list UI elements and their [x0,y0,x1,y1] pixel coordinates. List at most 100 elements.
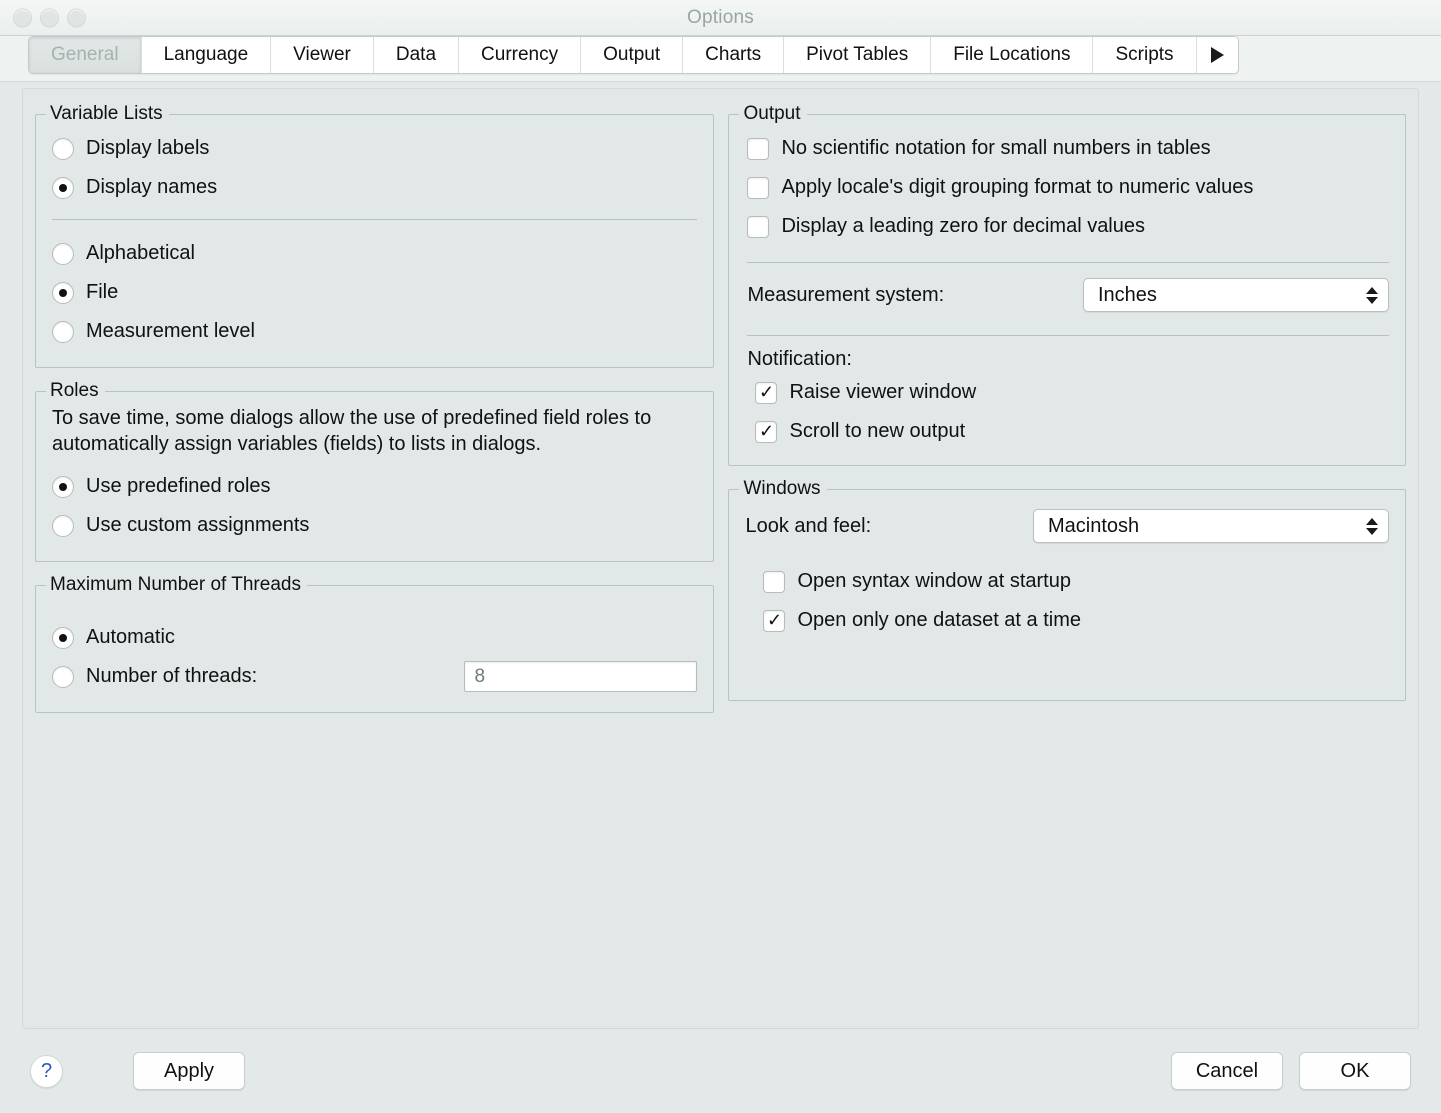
checkbox-open-syntax-window[interactable]: ✓ Open syntax window at startup [745,562,1389,601]
chevron-up-down-icon [1366,517,1378,535]
radio-icon [52,665,74,688]
group-output: Output ✓ No scientific notation for smal… [728,103,1406,466]
general-pane: Variable Lists Display labels Display na… [22,88,1419,1029]
measurement-system-select[interactable]: Inches [1083,278,1389,312]
traffic-lights [13,8,86,27]
tab-pivot-tables[interactable]: Pivot Tables [784,37,932,73]
group-variable-lists: Variable Lists Display labels Display na… [35,103,715,368]
checkbox-scroll-to-new-output-label: Scroll to new output [789,420,966,442]
checkbox-display-leading-zero-label: Display a leading zero for decimal value… [781,215,1145,237]
dialog-footer: ? Apply Cancel OK [0,1029,1441,1113]
group-windows: Windows Look and feel: Macintosh Open sy… [728,478,1406,701]
radio-number-of-threads-label: Number of threads: [86,665,258,688]
threads-count-value: 8 [474,665,486,687]
radio-icon-selected [52,475,74,498]
radio-threads-automatic-label: Automatic [86,626,175,649]
checkbox-no-scientific-notation[interactable]: ✓ No scientific notation for small numbe… [747,129,1389,168]
question-mark-icon: ? [40,1059,53,1082]
tab-language[interactable]: Language [141,37,272,73]
group-variable-lists-title: Variable Lists [50,103,163,124]
checkbox-display-leading-zero[interactable]: ✓ Display a leading zero for decimal val… [747,207,1389,246]
tab-charts[interactable]: Charts [683,37,785,73]
radio-icon [52,320,74,343]
look-and-feel-select[interactable]: Macintosh [1033,509,1389,543]
tab-output[interactable]: Output [581,37,684,73]
look-and-feel-value: Macintosh [1048,514,1140,537]
tab-overflow-button[interactable] [1196,37,1238,73]
radio-file-label: File [86,281,119,303]
checkbox-icon: ✓ [747,176,770,199]
checkbox-icon-checked: ✓ [763,609,786,632]
checkbox-open-syntax-window-label: Open syntax window at startup [797,570,1071,592]
roles-description: To save time, some dialogs allow the use… [52,407,652,455]
radio-use-predefined-roles-label: Use predefined roles [86,475,271,498]
tab-bar: General Language Viewer Data Currency Ou… [0,36,1441,82]
help-button[interactable]: ? [30,1054,63,1088]
checkbox-scroll-to-new-output[interactable]: ✓ Scroll to new output [747,412,1389,451]
group-roles-title: Roles [50,380,99,401]
radio-use-custom-assignments[interactable]: Use custom assignments [52,506,697,545]
divider [52,219,698,220]
radio-display-names[interactable]: Display names [52,168,697,207]
radio-measurement-level[interactable]: Measurement level [52,312,697,351]
tab-currency[interactable]: Currency [459,37,582,73]
checkbox-apply-locale-digit-grouping[interactable]: ✓ Apply locale's digit grouping format t… [747,168,1389,207]
checkbox-raise-viewer-window-label: Raise viewer window [789,381,977,403]
minimize-button[interactable] [40,8,59,27]
radio-number-of-threads[interactable]: Number of threads: [52,665,257,688]
radio-alphabetical[interactable]: Alphabetical [52,234,697,273]
chevron-up-down-icon [1366,286,1378,304]
group-max-threads: Maximum Number of Threads Automatic Numb… [35,574,715,714]
triangle-right-icon [1210,47,1224,63]
cancel-button[interactable]: Cancel [1171,1052,1283,1090]
radio-icon [52,137,74,160]
checkbox-icon-checked: ✓ [755,420,778,443]
tab-general[interactable]: General [29,37,142,73]
radio-icon-selected [52,176,74,199]
checkbox-raise-viewer-window[interactable]: ✓ Raise viewer window [747,373,1389,412]
checkbox-icon: ✓ [763,570,786,593]
zoom-button[interactable] [67,8,86,27]
radio-use-predefined-roles[interactable]: Use predefined roles [52,467,697,506]
options-dialog: Options General Language Viewer Data Cur… [0,0,1441,1113]
tab-file-locations[interactable]: File Locations [931,37,1094,73]
checkbox-icon-checked: ✓ [755,381,778,404]
ok-button[interactable]: OK [1299,1052,1411,1090]
radio-threads-automatic[interactable]: Automatic [52,618,697,657]
group-output-title: Output [743,103,801,124]
measurement-system-row: Measurement system: Inches [747,273,1389,317]
radio-icon [52,242,74,265]
left-column: Variable Lists Display labels Display na… [35,103,715,714]
look-and-feel-label: Look and feel: [745,514,872,537]
radio-display-names-label: Display names [86,176,218,198]
divider [747,335,1389,336]
radio-icon-selected [52,626,74,649]
tab-strip: General Language Viewer Data Currency Ou… [28,36,1239,74]
close-button[interactable] [13,8,32,27]
divider [747,262,1389,263]
radio-display-labels-label: Display labels [86,137,210,159]
tab-viewer[interactable]: Viewer [271,37,374,73]
checkbox-apply-locale-digit-grouping-label: Apply locale's digit grouping format to … [781,176,1254,198]
radio-use-custom-assignments-label: Use custom assignments [86,514,310,537]
checkbox-open-one-dataset-label: Open only one dataset at a time [797,609,1081,631]
group-windows-title: Windows [743,478,821,499]
radio-file[interactable]: File [52,273,697,312]
checkbox-icon: ✓ [747,215,770,238]
title-bar: Options [0,0,1441,36]
notification-label: Notification: [747,348,852,370]
radio-icon-selected [52,281,74,304]
window-title: Options [687,6,754,28]
tab-data[interactable]: Data [373,37,460,73]
radio-alphabetical-label: Alphabetical [86,242,195,264]
checkbox-icon: ✓ [747,137,770,160]
threads-number-row: Number of threads: 8 [52,657,698,696]
apply-button[interactable]: Apply [133,1052,245,1090]
tab-scripts[interactable]: Scripts [1093,37,1197,73]
radio-display-labels[interactable]: Display labels [52,129,697,168]
radio-icon [52,514,74,537]
measurement-system-value: Inches [1098,283,1157,306]
threads-count-input[interactable]: 8 [464,661,698,693]
right-column: Output ✓ No scientific notation for smal… [728,103,1406,701]
checkbox-open-one-dataset[interactable]: ✓ Open only one dataset at a time [745,601,1389,640]
